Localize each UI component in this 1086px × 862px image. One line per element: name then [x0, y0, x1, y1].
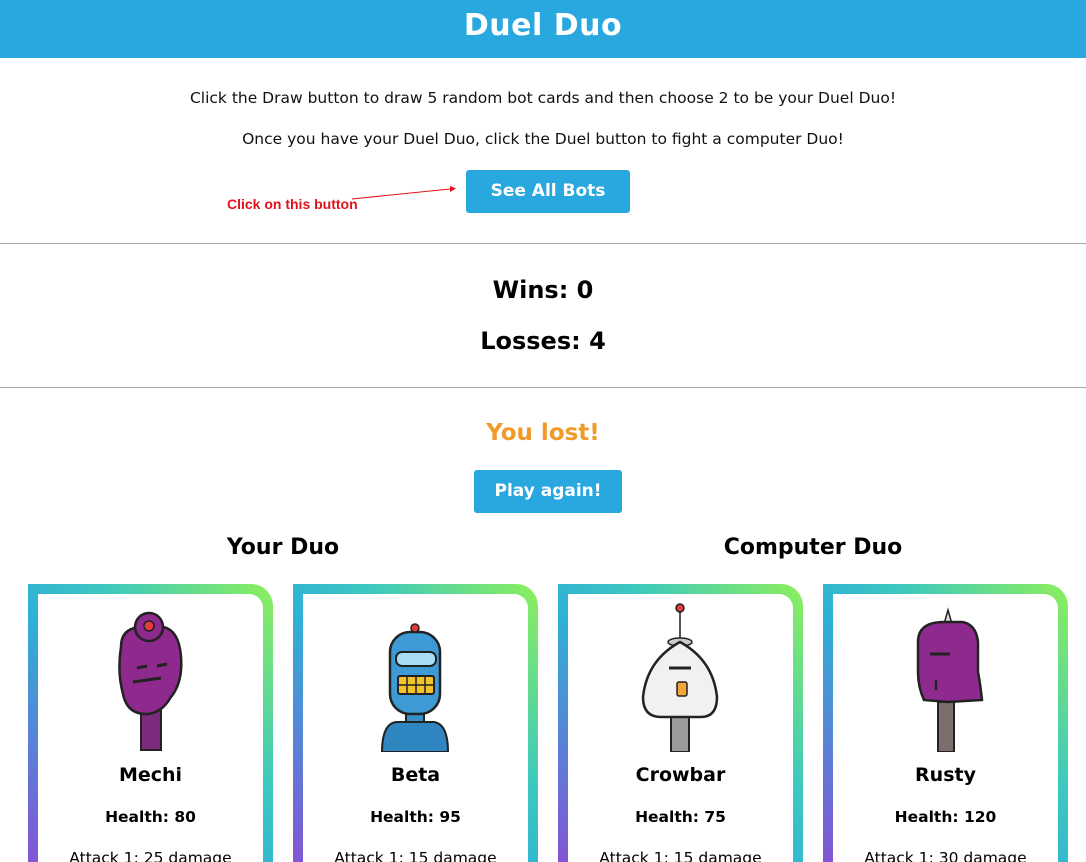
bot-attack: Attack 1: 30 damage — [864, 849, 1027, 862]
instructions-duel: Once you have your Duel Duo, click the D… — [242, 130, 844, 148]
divider — [0, 387, 1086, 388]
computer-duo-title: Computer Duo — [723, 535, 903, 560]
bot-card-mechi[interactable]: Mechi Health: 80 Attack 1: 25 damage — [28, 584, 273, 862]
white-robot-icon — [641, 603, 718, 752]
wins-count: Wins: 0 — [492, 276, 594, 304]
result-message: You lost! — [486, 420, 600, 446]
your-duo-title: Your Duo — [226, 535, 340, 560]
play-again-button[interactable]: Play again! — [474, 470, 622, 513]
page-header: Duel Duo — [0, 0, 1086, 58]
see-all-bots-button[interactable]: See All Bots — [466, 170, 630, 213]
purple-robot-icon — [117, 611, 183, 751]
bot-name: Beta — [390, 764, 441, 786]
bot-attack: Attack 1: 15 damage — [599, 849, 762, 862]
bot-name: Mechi — [118, 764, 183, 786]
instructions-draw: Click the Draw button to draw 5 random b… — [189, 89, 897, 107]
bot-name: Crowbar — [635, 764, 726, 786]
annotation-arrow-icon — [351, 186, 456, 200]
bot-card-crowbar[interactable]: Crowbar Health: 75 Attack 1: 15 damage — [558, 584, 803, 862]
bot-health: Health: 120 — [894, 808, 997, 826]
bot-health: Health: 95 — [370, 808, 461, 826]
bot-attack: Attack 1: 15 damage — [334, 849, 497, 862]
bot-card-rusty[interactable]: Rusty Health: 120 Attack 1: 30 damage — [823, 584, 1068, 862]
page-title: Duel Duo — [463, 8, 623, 43]
bot-attack: Attack 1: 25 damage — [69, 849, 232, 862]
bot-health: Health: 80 — [105, 808, 196, 826]
bot-name: Rusty — [915, 764, 976, 786]
bot-health: Health: 75 — [635, 808, 726, 826]
divider — [0, 243, 1086, 244]
purple-horned-robot-icon — [916, 607, 983, 752]
bot-card-beta[interactable]: Beta Health: 95 Attack 1: 15 damage — [293, 584, 538, 862]
blue-robot-icon — [380, 623, 449, 752]
annotation-label: Click on this button — [227, 196, 358, 212]
losses-count: Losses: 4 — [480, 327, 606, 355]
